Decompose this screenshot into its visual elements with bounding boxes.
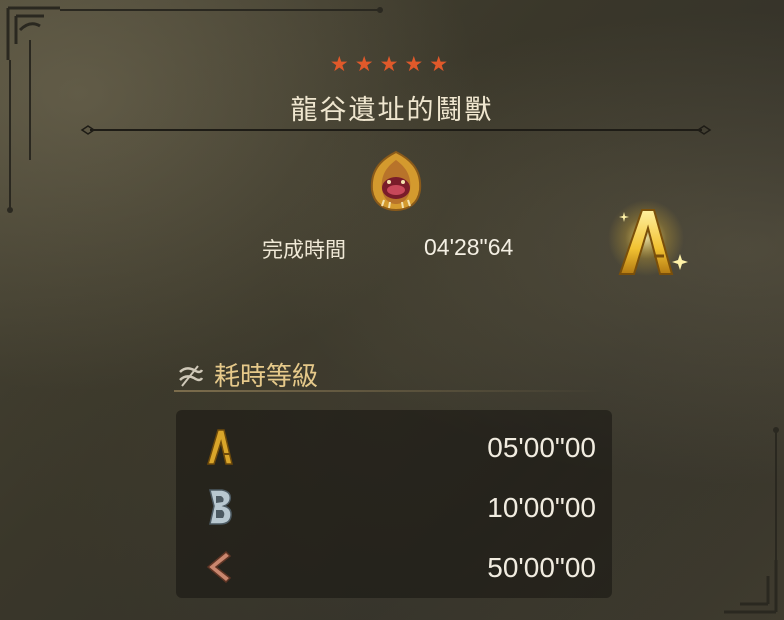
title-divider <box>80 125 712 135</box>
rank-c-time: 50'00"00 <box>487 552 596 583</box>
completion-time-label: 完成時間 <box>262 238 346 262</box>
rank-b-time: 10'00"00 <box>487 492 596 523</box>
rank-row-b: 10'00"00 <box>176 480 612 530</box>
rank-a-time: 05'00"00 <box>487 432 596 463</box>
rank-a-icon <box>206 429 233 465</box>
rank-time-table: 05'00"00 10'00"00 50'00"00 <box>176 410 612 598</box>
rank-section-title: 耗時等級 <box>214 362 319 392</box>
difficulty-stars: ★★★★★ <box>329 52 455 76</box>
rank-section-icon <box>179 365 204 387</box>
monster-icon <box>370 150 422 212</box>
completion-time-value: 04'28"64 <box>424 234 514 260</box>
rank-row-c: 50'00"00 <box>176 540 612 590</box>
section-underline <box>174 390 604 392</box>
rank-c-icon <box>206 550 232 584</box>
rank-b-icon <box>209 489 232 525</box>
grade-a-badge <box>608 200 688 276</box>
rank-row-a: 05'00"00 <box>176 420 612 470</box>
quest-title: 龍谷遺址的鬪獸 <box>290 95 494 126</box>
